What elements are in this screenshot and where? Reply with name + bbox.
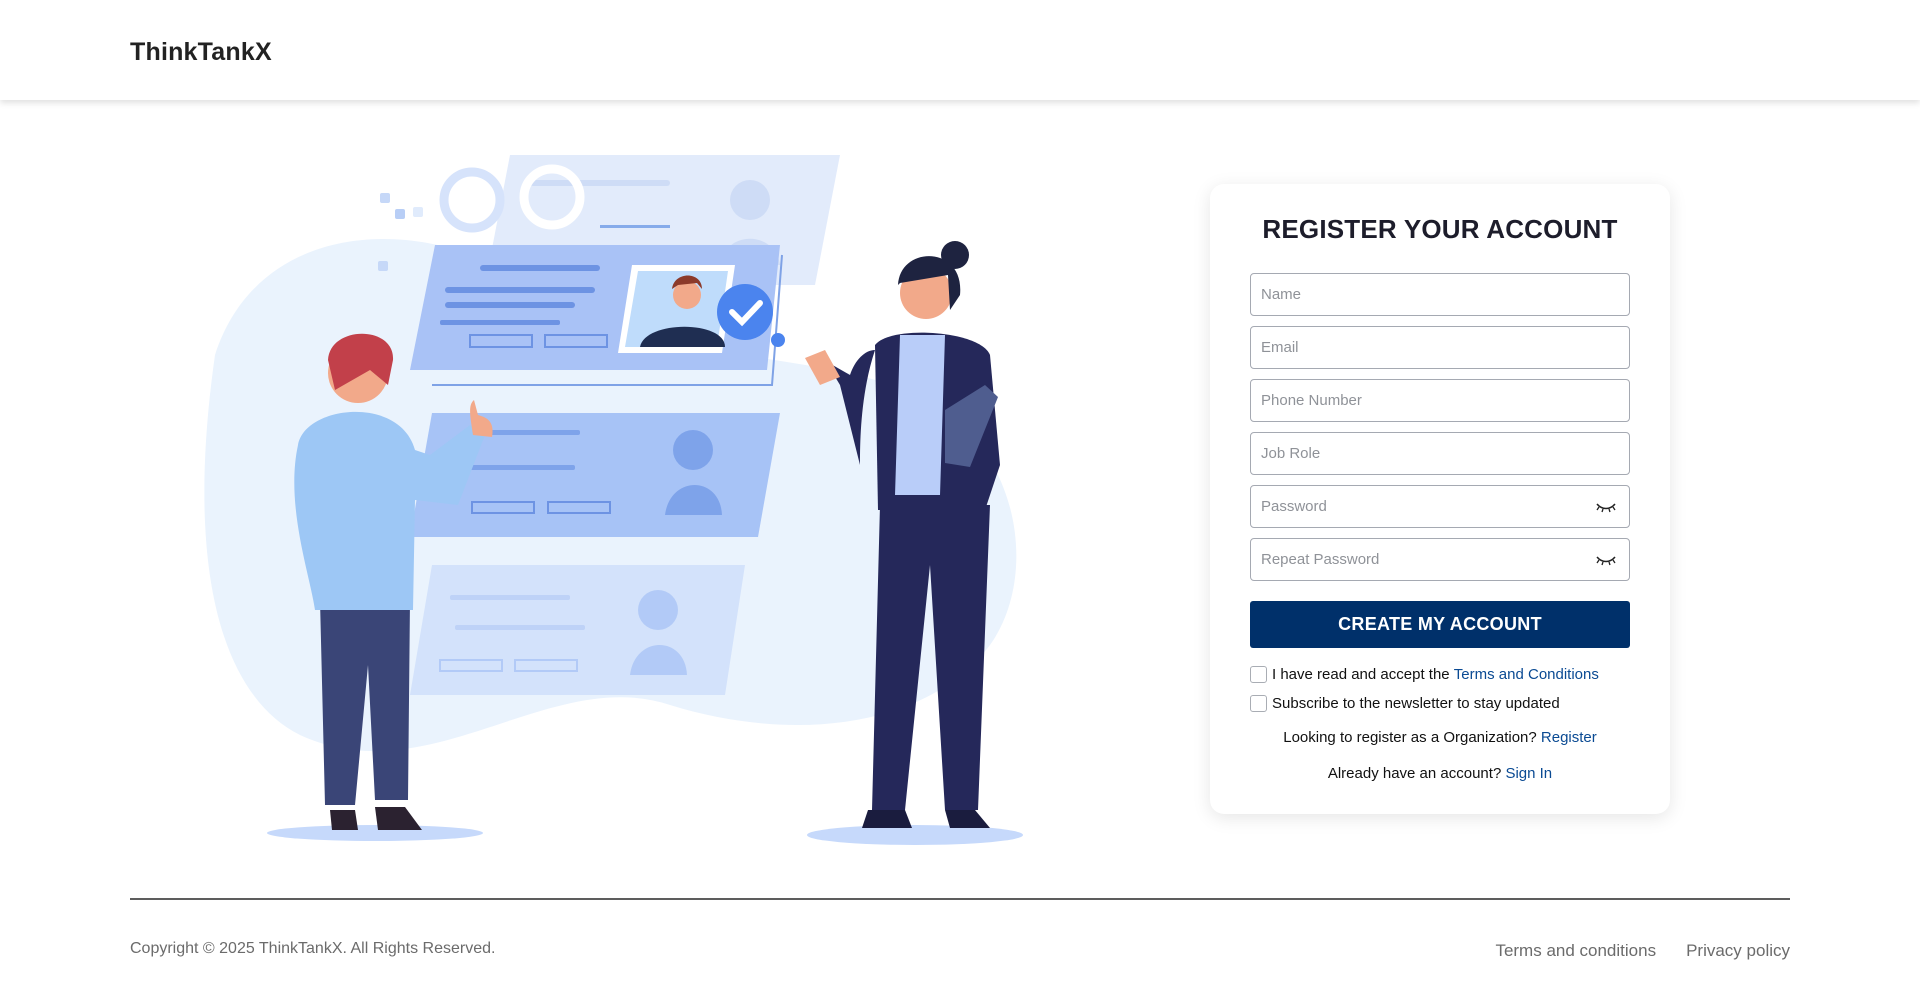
newsletter-checkbox[interactable] [1250,694,1267,712]
email-input[interactable] [1251,327,1629,368]
signin-text: Already have an account? [1327,765,1506,782]
terms-checkbox[interactable] [1250,665,1267,683]
register-card: REGISTER YOUR ACCOUNT CREATE MY ACCOUNT … [1210,184,1670,814]
profile-card-third [410,565,745,695]
job-role-field[interactable] [1250,432,1630,475]
footer-links: Terms and conditions Privacy policy [1495,941,1790,961]
organization-text: Looking to register as a Organization? [1283,729,1541,746]
people-profile-cards-illustration [204,155,1023,845]
newsletter-text: Subscribe to the newsletter to stay upda… [1272,694,1560,712]
name-input[interactable] [1251,274,1629,315]
organization-register-link[interactable]: Register [1541,729,1597,746]
phone-field[interactable] [1250,379,1630,422]
organization-line: Looking to register as a Organization? R… [1210,729,1670,746]
terms-text: I have read and accept the [1272,665,1454,683]
repeat-password-field[interactable] [1250,538,1630,581]
footer-privacy-link[interactable]: Privacy policy [1686,941,1790,961]
name-field[interactable] [1250,273,1630,316]
signin-line: Already have an account? Sign In [1210,765,1670,782]
registration-illustration [200,145,1040,850]
signin-link[interactable]: Sign In [1505,765,1552,782]
terms-row: I have read and accept the Terms and Con… [1250,664,1599,684]
password-field[interactable] [1250,485,1630,528]
eye-closed-icon[interactable] [1595,500,1617,514]
create-account-button[interactable]: CREATE MY ACCOUNT [1250,601,1630,648]
job-role-input[interactable] [1251,433,1629,474]
eye-closed-icon[interactable] [1595,553,1617,567]
copyright-text: Copyright © 2025 ThinkTankX. All Rights … [130,940,496,957]
email-field[interactable] [1250,326,1630,369]
top-navbar: ThinkTankX [0,0,1920,100]
brand-logo[interactable]: ThinkTankX [130,38,272,67]
terms-link[interactable]: Terms and Conditions [1454,666,1599,683]
register-title: REGISTER YOUR ACCOUNT [1262,214,1618,244]
footer-terms-link[interactable]: Terms and conditions [1495,941,1656,961]
newsletter-row: Subscribe to the newsletter to stay upda… [1250,693,1560,713]
footer-divider [130,898,1790,900]
repeat-password-input[interactable] [1251,539,1629,580]
phone-input[interactable] [1251,380,1629,421]
password-input[interactable] [1251,486,1629,527]
profile-card-main [410,245,785,386]
